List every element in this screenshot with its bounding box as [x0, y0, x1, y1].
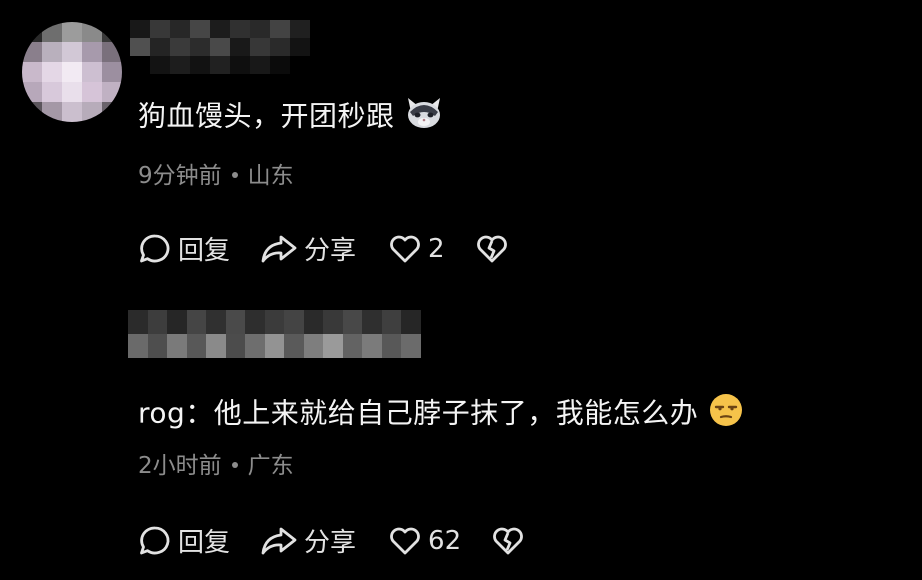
username[interactable] [128, 310, 421, 358]
share-arrow-icon [260, 233, 298, 265]
speech-bubble-icon [138, 232, 172, 266]
dislike-button[interactable] [491, 525, 525, 557]
cat-face-emoji [405, 96, 443, 139]
broken-heart-icon [475, 233, 509, 265]
dislike-button[interactable] [475, 233, 509, 265]
share-label: 分享 [304, 528, 357, 558]
share-arrow-icon [260, 525, 298, 557]
comment-time: 2小时前 [138, 453, 222, 479]
reply-button[interactable]: 回复 [138, 230, 230, 267]
share-button[interactable]: 分享 [260, 230, 356, 267]
comment-actions: 回复 分享 2 [138, 230, 509, 267]
broken-heart-icon [491, 525, 525, 557]
comment-meta: 9分钟前 山东 [138, 156, 294, 190]
unamused-face-emoji [708, 392, 744, 437]
share-label: 分享 [304, 236, 357, 266]
like-button[interactable]: 62 [388, 525, 461, 557]
comment-time: 9分钟前 [138, 163, 222, 189]
heart-icon [388, 233, 422, 265]
heart-icon [388, 525, 422, 557]
reply-button[interactable]: 回复 [138, 522, 230, 559]
speech-bubble-icon [138, 524, 172, 558]
comment-text: 狗血馒头，开团秒跟 [138, 96, 443, 139]
comment-item: rog：他上来就给自己脖子抹了，我能怎么办 2小时前 广东 回复 分享 62 [0, 296, 922, 580]
comment-meta: 2小时前 广东 [138, 446, 294, 480]
reply-label: 回复 [178, 528, 231, 558]
username[interactable] [130, 20, 310, 74]
comment-item: 狗血馒头，开团秒跟 9分钟前 山东 回复 分享 2 [0, 0, 922, 290]
like-count: 62 [428, 525, 462, 556]
comment-location: 山东 [247, 163, 294, 189]
comment-location: 广东 [247, 453, 294, 479]
like-button[interactable]: 2 [388, 233, 445, 265]
comment-actions: 回复 分享 62 [138, 522, 525, 559]
reply-label: 回复 [178, 236, 231, 266]
comment-text: rog：他上来就给自己脖子抹了，我能怎么办 [138, 392, 744, 437]
like-count: 2 [428, 233, 445, 264]
avatar[interactable] [22, 22, 122, 122]
separator-dot [231, 171, 238, 178]
share-button[interactable]: 分享 [260, 522, 356, 559]
separator-dot [231, 461, 238, 468]
